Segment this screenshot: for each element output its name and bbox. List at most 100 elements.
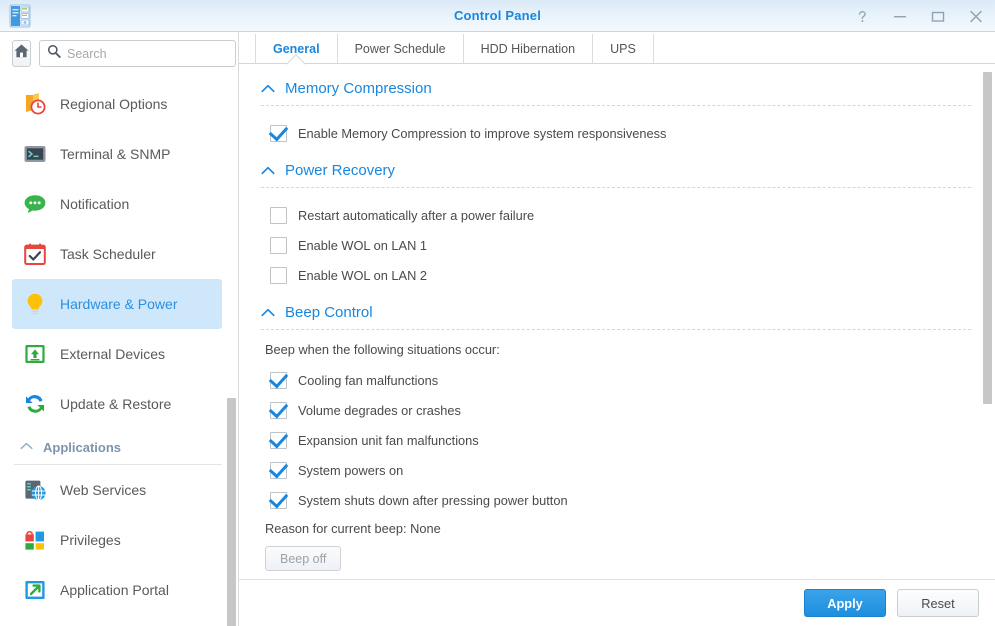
sidebar-nav-list: Regional Options Terminal & SNMP Notific… (0, 75, 238, 626)
title-bar: Control Panel (0, 0, 995, 32)
checkbox-icon[interactable] (270, 461, 287, 479)
search-box[interactable] (39, 40, 236, 67)
terminal-snmp-icon (22, 141, 48, 167)
checkbox-label: Volume degrades or crashes (298, 402, 461, 418)
sidebar-scrollbar-thumb[interactable] (227, 398, 236, 626)
section-title: Memory Compression (285, 80, 432, 97)
sidebar-item-notification[interactable]: Notification (12, 179, 222, 229)
beep-intro-text: Beep when the following situations occur… (265, 342, 500, 357)
checkbox-row-cooling-fan-malfunctions[interactable]: Cooling fan malfunctions (261, 365, 971, 395)
checkbox-icon[interactable] (270, 206, 287, 224)
search-input[interactable] (67, 46, 228, 61)
sidebar-item-terminal-snmp[interactable]: Terminal & SNMP (12, 129, 222, 179)
checkbox-row-wol-lan1[interactable]: Enable WOL on LAN 1 (261, 230, 971, 260)
content-area: General Power Schedule HDD Hibernation U… (239, 32, 995, 626)
search-icon (47, 44, 61, 63)
chevron-up-icon (261, 82, 275, 95)
checkbox-label: System powers on (298, 462, 404, 478)
sidebar-group-applications[interactable]: Applications (14, 431, 222, 465)
apply-button[interactable]: Apply (804, 589, 886, 617)
home-button[interactable] (12, 40, 31, 67)
sidebar-item-label: Web Services (60, 482, 147, 498)
sidebar-item-task-scheduler[interactable]: Task Scheduler (12, 229, 222, 279)
checkbox-row-volume-degrades-or-crashes[interactable]: Volume degrades or crashes (261, 395, 971, 425)
checkbox-label: Restart automatically after a power fail… (298, 207, 535, 223)
footer-actions: Apply Reset (239, 580, 995, 626)
checkbox-row-system-powers-on[interactable]: System powers on (261, 455, 971, 485)
sidebar-item-label: Update & Restore (60, 396, 172, 412)
checkbox-label: Enable Memory Compression to improve sys… (298, 125, 667, 141)
checkbox-label: Enable WOL on LAN 2 (298, 267, 427, 283)
reset-button[interactable]: Reset (897, 589, 979, 617)
external-devices-icon (22, 341, 48, 367)
update-restore-icon (22, 391, 48, 417)
sidebar-item-label: Application Portal (60, 582, 169, 598)
checkbox-row-system-shuts-down-power-button[interactable]: System shuts down after pressing power b… (261, 485, 971, 515)
tab-general[interactable]: General (255, 34, 338, 63)
chevron-up-icon (261, 164, 275, 177)
sidebar-item-application-portal[interactable]: Application Portal (12, 565, 222, 615)
checkbox-icon[interactable] (270, 124, 287, 142)
sidebar-item-web-services[interactable]: Web Services (12, 465, 222, 515)
chevron-up-icon (20, 442, 33, 453)
sidebar-group-label: Applications (43, 440, 122, 455)
section-header-power-recovery[interactable]: Power Recovery (261, 162, 971, 187)
checkbox-label: Enable WOL on LAN 1 (298, 237, 427, 253)
control-panel-window: Control Panel Search Regional Options Te… (0, 0, 995, 626)
sidebar-item-label: External Devices (60, 346, 166, 362)
close-button[interactable] (957, 0, 995, 32)
tab-label: HDD Hibernation (480, 41, 576, 56)
sidebar-item-label: Hardware & Power (60, 296, 178, 312)
minimize-button[interactable] (881, 0, 919, 32)
checkbox-icon[interactable] (270, 491, 287, 509)
window-controls (843, 0, 995, 32)
tab-power-schedule[interactable]: Power Schedule (338, 34, 464, 63)
tab-label: UPS (610, 41, 636, 56)
maximize-button[interactable] (919, 0, 957, 32)
content-scrollbar-thumb[interactable] (983, 72, 992, 404)
sidebar-item-label: Privileges (60, 532, 121, 548)
checkbox-label: Expansion unit fan malfunctions (298, 432, 479, 448)
sidebar-item-regional-options[interactable]: Regional Options (12, 79, 222, 129)
checkbox-icon[interactable] (270, 431, 287, 449)
checkbox-row-restart-after-power-failure[interactable]: Restart automatically after a power fail… (261, 200, 971, 230)
checkbox-row-wol-lan2[interactable]: Enable WOL on LAN 2 (261, 260, 971, 290)
section-title: Power Recovery (285, 162, 396, 179)
notification-icon (22, 191, 48, 217)
application-portal-icon (22, 577, 48, 603)
home-icon (13, 43, 30, 64)
sidebar-item-privileges[interactable]: Privileges (12, 515, 222, 565)
checkbox-row-enable-memory-compression[interactable]: Enable Memory Compression to improve sys… (261, 118, 971, 148)
sidebar-item-label: Notification (60, 196, 130, 212)
beep-off-button[interactable]: Beep off (265, 546, 342, 571)
checkbox-icon[interactable] (270, 236, 287, 254)
sidebar-toolbar (0, 32, 238, 75)
section-header-beep-control[interactable]: Beep Control (261, 304, 971, 329)
sidebar-item-media-library[interactable]: Media Library (12, 615, 222, 626)
section-divider (261, 187, 971, 188)
hardware-power-icon (22, 291, 48, 317)
checkbox-row-expansion-unit-fan-malfunctions[interactable]: Expansion unit fan malfunctions (261, 425, 971, 455)
sidebar-item-label: Terminal & SNMP (60, 146, 171, 162)
tab-ups[interactable]: UPS (593, 34, 654, 63)
section-divider (261, 329, 971, 330)
window-body: Regional Options Terminal & SNMP (0, 32, 995, 626)
task-scheduler-icon (22, 241, 48, 267)
checkbox-icon[interactable] (270, 401, 287, 419)
checkbox-icon[interactable] (270, 371, 287, 389)
sidebar-item-update-restore[interactable]: Update & Restore (12, 379, 222, 429)
privileges-icon (22, 527, 48, 553)
beep-reason-text: Reason for current beep: None (265, 521, 441, 536)
sidebar-item-label: Regional Options (60, 96, 168, 112)
checkbox-label: System shuts down after pressing power b… (298, 492, 568, 508)
tab-hdd-hibernation[interactable]: HDD Hibernation (464, 34, 594, 63)
sidebar-item-label: Task Scheduler (60, 246, 156, 262)
checkbox-label: Cooling fan malfunctions (298, 372, 439, 388)
sidebar-item-external-devices[interactable]: External Devices (12, 329, 222, 379)
chevron-up-icon (261, 306, 275, 319)
help-button[interactable] (843, 0, 881, 32)
sidebar-item-hardware-power[interactable]: Hardware & Power (12, 279, 222, 329)
section-header-memory-compression[interactable]: Memory Compression (261, 80, 971, 105)
tab-label: Power Schedule (354, 41, 446, 56)
checkbox-icon[interactable] (270, 266, 287, 284)
